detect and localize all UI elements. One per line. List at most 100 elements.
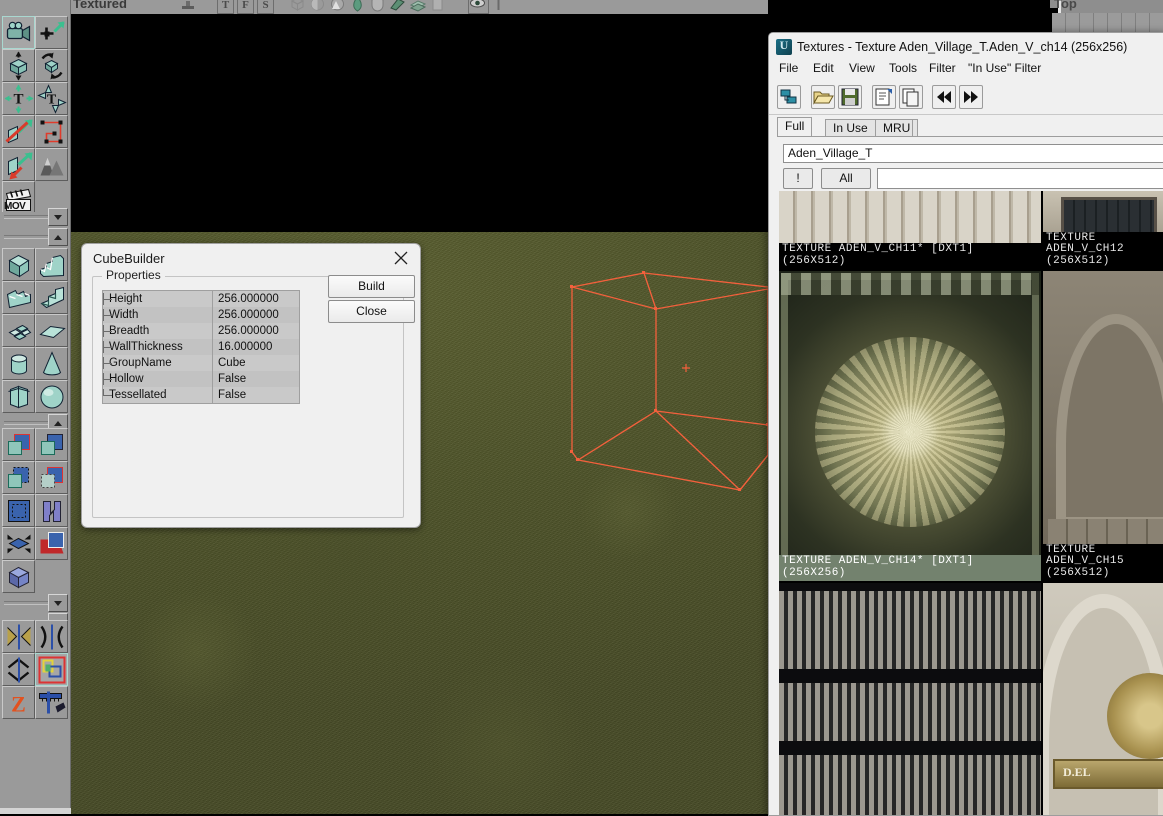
list-item[interactable]: TEXTURE ADEN_V_CH_DECO* [DXT3]	[779, 583, 1041, 815]
list-item[interactable]: TEXTURE ADEN_V_CH14* [DXT1] (256X256)	[779, 271, 1041, 581]
mirror-x-icon[interactable]	[2, 620, 35, 653]
viewport-mode-s[interactable]: S	[257, 0, 274, 14]
volumetric-brush-icon[interactable]	[2, 380, 35, 413]
table-row[interactable]: WallThickness 16.000000	[103, 339, 299, 355]
terrain-brush-icon[interactable]	[2, 314, 35, 347]
eye-icon[interactable]	[468, 0, 489, 14]
mirror-y-icon[interactable]	[35, 620, 68, 653]
filter-all-button[interactable]: All	[821, 168, 871, 189]
menu-tools[interactable]: Tools	[889, 61, 917, 75]
save-disk-icon[interactable]	[838, 85, 862, 109]
filter-input[interactable]	[877, 168, 1163, 189]
vertex-edit-icon[interactable]	[2, 115, 35, 148]
menu-file[interactable]: File	[779, 61, 798, 75]
menu-edit[interactable]: Edit	[813, 61, 834, 75]
csg-add-icon[interactable]	[2, 428, 35, 461]
build-geometry-icon[interactable]	[35, 686, 68, 719]
box-gray-icon[interactable]	[429, 0, 446, 12]
duplicate-icon[interactable]	[899, 85, 923, 109]
close-button[interactable]: Close	[328, 300, 415, 323]
show-selected-icon[interactable]	[2, 560, 35, 593]
filter-exclamation-button[interactable]: !	[783, 168, 813, 189]
chevron-down-icon-2[interactable]	[48, 594, 68, 612]
curved-staircase-brush-icon[interactable]	[2, 281, 35, 314]
csg-deintersect-icon[interactable]	[35, 461, 68, 494]
csg-intersect-icon[interactable]	[2, 461, 35, 494]
add-special-brush-icon[interactable]	[2, 494, 35, 527]
scale-actor-icon[interactable]	[2, 49, 35, 82]
close-icon[interactable]	[386, 247, 416, 269]
property-value[interactable]: Cube	[212, 355, 299, 371]
align-viewports-icon[interactable]	[35, 653, 68, 686]
package-browser-icon[interactable]	[777, 85, 801, 109]
menu-inuse-filter[interactable]: "In Use" Filter	[968, 61, 1041, 75]
add-antiportal-icon[interactable]	[2, 527, 35, 560]
list-item[interactable]: TEXTURE ADEN_V_CH11* [DXT1] (256X512)	[779, 191, 1041, 269]
brush-scale-icon[interactable]	[2, 148, 35, 181]
table-row[interactable]: Tessellated False	[103, 387, 299, 403]
list-item[interactable]: TEXTURE ADEN_V_CH15 (256X512)	[1043, 271, 1163, 581]
table-row[interactable]: Width 256.000000	[103, 307, 299, 323]
list-item[interactable]: TEXTURE ADEN_V_CH12 (256X512)	[1043, 191, 1163, 269]
cone-brush-icon[interactable]	[35, 347, 68, 380]
cubebuilder-dialog[interactable]: CubeBuilder Properties Height 256.000000…	[81, 243, 421, 528]
viewport-realtime-icon[interactable]	[179, 0, 197, 12]
paint-icon[interactable]	[389, 0, 406, 12]
top-viewport-sliver[interactable]: Top	[1050, 0, 1163, 33]
wire-cube-icon[interactable]	[289, 0, 306, 12]
property-value[interactable]: 256.000000	[212, 323, 299, 339]
package-field[interactable]: Aden_Village_T	[783, 144, 1163, 163]
move-actor-icon[interactable]	[35, 16, 68, 49]
camera-movement-icon[interactable]	[2, 16, 35, 49]
menu-view[interactable]: View	[849, 61, 875, 75]
cube-brush-icon[interactable]	[2, 248, 35, 281]
tab-in-use[interactable]: In Use	[825, 119, 876, 137]
texture-pan-icon[interactable]: T	[2, 82, 35, 115]
layers-icon[interactable]	[409, 0, 427, 12]
csg-subtract-icon[interactable]	[35, 428, 68, 461]
zone-z-icon[interactable]: Z	[2, 686, 35, 719]
list-item[interactable]: D.EL TEXTURE ADEN_V_DELP	[1043, 583, 1163, 815]
property-value[interactable]: False	[212, 387, 299, 403]
staircase-brush-icon[interactable]	[35, 248, 68, 281]
cylinder-brush-icon[interactable]	[2, 347, 35, 380]
viewport-mode-t[interactable]: T	[217, 0, 234, 14]
viewport-mode-f[interactable]: F	[237, 0, 254, 14]
texture-rotate-icon[interactable]: T	[35, 82, 68, 115]
next-icon[interactable]	[959, 85, 983, 109]
property-value[interactable]: 256.000000	[212, 307, 299, 323]
table-row[interactable]: Height 256.000000	[103, 291, 299, 307]
table-row[interactable]: Hollow False	[103, 371, 299, 387]
open-folder-icon[interactable]	[811, 85, 835, 109]
texture-browser-titlebar[interactable]: U Textures - Texture Aden_Village_T.Aden…	[769, 33, 1163, 61]
texture-browser-window[interactable]: U Textures - Texture Aden_Village_T.Aden…	[768, 32, 1163, 816]
teardrop-green-icon[interactable]	[349, 0, 366, 12]
terrain-edit-icon[interactable]	[35, 148, 68, 181]
tab-full[interactable]: Full	[777, 117, 813, 137]
rotate-actor-icon[interactable]	[35, 49, 68, 82]
pin-icon[interactable]	[490, 0, 507, 12]
add-volume-icon[interactable]	[35, 527, 68, 560]
sphere-half-icon[interactable]	[309, 0, 326, 12]
chevron-up-icon[interactable]	[48, 228, 68, 246]
add-mover-brush-icon[interactable]	[35, 494, 68, 527]
build-button[interactable]: Build	[328, 275, 415, 298]
table-row[interactable]: Breadth 256.000000	[103, 323, 299, 339]
properties-table[interactable]: Height 256.000000 Width 256.000000 Bread…	[102, 290, 300, 404]
texture-thumbnail-pane[interactable]: TEXTURE ADEN_V_CH11* [DXT1] (256X512) TE…	[779, 191, 1163, 815]
spiral-staircase-brush-icon[interactable]	[35, 281, 68, 314]
property-value[interactable]: False	[212, 371, 299, 387]
texture-browser-menubar[interactable]: File Edit View Tools Filter "In Use" Fil…	[769, 61, 1163, 79]
matinee-mov-icon[interactable]: MOV	[2, 181, 35, 214]
mirror-z-icon[interactable]	[2, 653, 35, 686]
sheet-brush-icon[interactable]	[35, 314, 68, 347]
mountain-icon[interactable]	[329, 0, 346, 12]
property-value[interactable]: 16.000000	[212, 339, 299, 355]
perspective-viewport[interactable]: Textured T F S CubeBuilder Properties He…	[71, 0, 768, 814]
shield-icon[interactable]	[369, 0, 386, 12]
texture-browser-tabs[interactable]: Full In Use MRU	[777, 117, 1163, 137]
brush-clip-icon[interactable]	[35, 115, 68, 148]
prev-icon[interactable]	[932, 85, 956, 109]
sphere-brush-icon[interactable]	[35, 380, 68, 413]
chevron-down-icon[interactable]	[48, 208, 68, 226]
